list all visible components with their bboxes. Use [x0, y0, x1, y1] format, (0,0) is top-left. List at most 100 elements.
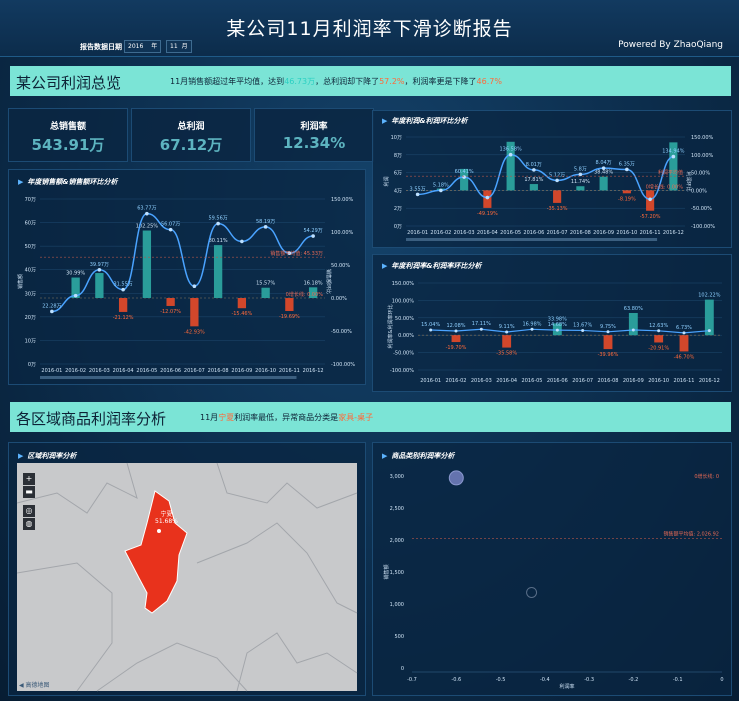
- scrollbar: [40, 376, 297, 379]
- margin-point: [454, 329, 458, 333]
- x-tick-label: 2016-09: [593, 230, 614, 236]
- x-tick-label: 2016-04: [496, 378, 517, 384]
- value-point: [121, 287, 125, 292]
- map-shapes: [16, 462, 358, 692]
- growth-bar: [553, 190, 562, 203]
- value-point: [601, 166, 606, 170]
- growth-bar: [166, 298, 175, 306]
- region-heading: 各区域商品利润率分析: [16, 410, 167, 428]
- value-label: 63.77万: [137, 206, 156, 212]
- margin-label: 15.04%: [421, 322, 440, 328]
- value-label: 58.19万: [256, 219, 275, 225]
- y-tick-label: 2万: [394, 206, 402, 212]
- value-point: [192, 284, 197, 289]
- margin-point: [657, 329, 661, 333]
- growth-label: -39.96%: [598, 352, 619, 358]
- growth-label: 102.22%: [698, 293, 720, 299]
- value-label: 5.12万: [549, 172, 565, 178]
- margin-label: 17.11%: [472, 321, 491, 327]
- value-label: 22.28万: [42, 303, 61, 309]
- zoom-out-button[interactable]: ▬: [23, 486, 35, 498]
- value-point: [311, 234, 315, 238]
- y-tick-label: 0: [401, 666, 404, 672]
- margin-label: 9.75%: [600, 324, 616, 330]
- y2-tick-label: -100.00%: [331, 362, 355, 368]
- value-label: 39.97万: [90, 262, 109, 268]
- margin-point: [429, 328, 433, 332]
- summary-category: 家具-桌子: [338, 413, 374, 422]
- annotation-label: 0增长线: 0.00%: [646, 183, 684, 190]
- growth-label: 15.57%: [256, 281, 275, 287]
- y-tick-label: 50万: [25, 244, 36, 250]
- x-tick-label: 2016-03: [471, 378, 492, 384]
- growth-bar: [576, 186, 585, 191]
- margin-point: [505, 330, 509, 334]
- margin-point: [631, 328, 635, 332]
- zoom-in-button[interactable]: +: [23, 473, 35, 485]
- summary-text: 利润率最低，异常商品分类是: [234, 413, 339, 422]
- rotate-icon[interactable]: ◍: [23, 518, 35, 530]
- y2-tick-label: -100.00%: [691, 224, 715, 230]
- growth-bar: [654, 335, 664, 343]
- x-tick-label: 2016-12: [699, 378, 720, 384]
- region-map[interactable]: 宁夏 51.68% + ▬ ◎ ◍ ◀ 高德地图: [16, 462, 358, 692]
- y-tick-label: 0.00%: [398, 333, 414, 339]
- compass-icon[interactable]: ◎: [23, 505, 35, 517]
- y2-tick-label: 0.00%: [331, 296, 347, 302]
- x-tick-label: 2016-03: [454, 230, 475, 236]
- growth-bar: [190, 298, 199, 327]
- growth-label: -57.20%: [640, 214, 661, 220]
- growth-label: 80.11%: [209, 238, 228, 244]
- x-tick-label: 2016-12: [303, 368, 324, 374]
- annotation-label: 0增长线: 0: [694, 473, 719, 480]
- growth-bar: [599, 176, 608, 191]
- x-tick-label: -0.2: [629, 677, 639, 683]
- value-label: 134.94%: [662, 149, 684, 155]
- x-tick-label: 2016-03: [89, 368, 110, 374]
- growth-label: -19.70%: [446, 345, 467, 351]
- x-tick-label: 2016-04: [113, 368, 134, 374]
- value-point: [508, 152, 513, 157]
- map-source-text: 高德地图: [25, 682, 50, 689]
- margin-label: 6.73%: [676, 325, 692, 331]
- y-tick-label: 6万: [394, 171, 402, 177]
- x-tick-label: 2016-01: [41, 368, 62, 374]
- x-tick-label: 2016-01: [420, 378, 441, 384]
- x-tick-label: 0: [720, 677, 723, 683]
- x-tick-label: -0.3: [584, 677, 594, 683]
- y-axis-label: 销售额: [383, 564, 390, 579]
- scrollbar: [406, 238, 658, 241]
- x-tick-label: 2016-01: [407, 230, 428, 236]
- growth-bar: [95, 273, 104, 298]
- x-tick-label: 2016-06: [547, 378, 568, 384]
- y2-tick-label: 100.00%: [691, 153, 713, 159]
- growth-label: 38.48%: [594, 170, 613, 176]
- growth-label: -8.19%: [618, 196, 636, 202]
- y-axis-label: 销售额: [17, 274, 24, 289]
- growth-label: -21.12%: [113, 315, 134, 321]
- y2-tick-label: 150.00%: [691, 135, 713, 141]
- value-label: 54.29万: [303, 228, 322, 234]
- region-summary: 11月宁夏利润率最低，异常商品分类是家具-桌子: [200, 412, 373, 423]
- x-tick-label: -0.4: [540, 677, 550, 683]
- y-axis-label: 利润率&利润率环比: [387, 305, 394, 349]
- growth-label: 30.99%: [66, 271, 85, 277]
- x-tick-label: 2016-05: [136, 368, 157, 374]
- map-source: ◀ 高德地图: [19, 680, 50, 689]
- y-tick-label: 500: [394, 634, 404, 640]
- annotation-label: 0增长线: 0.00%: [286, 291, 324, 298]
- x-axis-label: 利润率: [559, 683, 574, 690]
- y-tick-label: 4万: [394, 188, 402, 194]
- ningxia-marker: [157, 529, 161, 533]
- growth-label: -12.07%: [160, 309, 181, 315]
- margin-point: [581, 328, 585, 332]
- x-tick-label: 2016-11: [640, 230, 661, 236]
- y-tick-label: 50.00%: [395, 316, 414, 322]
- growth-label: -35.13%: [547, 206, 568, 212]
- y-tick-label: 0万: [394, 224, 402, 230]
- growth-label: -46.70%: [674, 354, 695, 360]
- x-tick-label: 2016-10: [616, 230, 637, 236]
- annotation-label: 销售额平均值: 2,026.92: [663, 530, 719, 537]
- growth-label: 11.74%: [571, 179, 590, 185]
- x-tick-label: 2016-09: [231, 368, 252, 374]
